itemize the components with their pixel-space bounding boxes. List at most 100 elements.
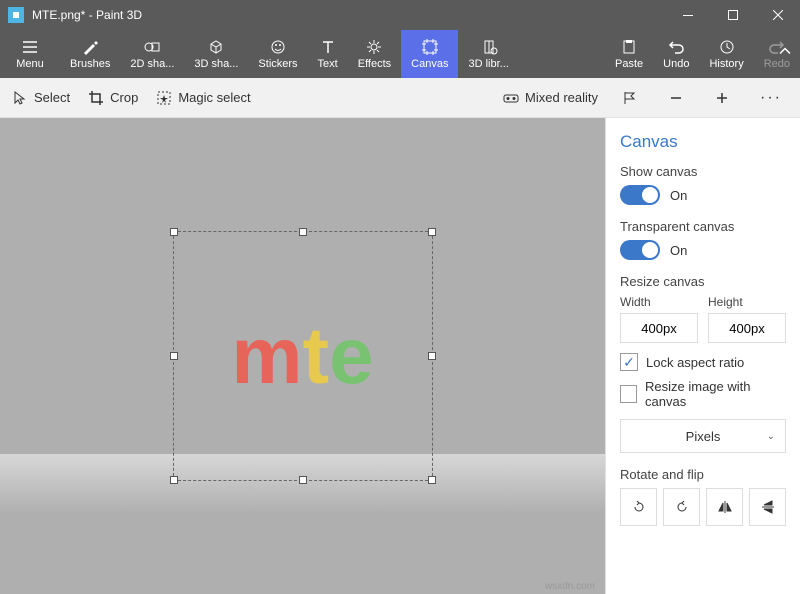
transparent-canvas-label: Transparent canvas	[620, 219, 786, 234]
rotate-left-button[interactable]	[620, 488, 657, 526]
ribbon-brushes[interactable]: Brushes	[60, 30, 120, 78]
sub-toolbar: Select Crop Magic select Mixed reality ·…	[0, 78, 800, 118]
units-dropdown[interactable]: Pixels ⌄	[620, 419, 786, 453]
canvas-viewport[interactable]: m t e	[0, 118, 605, 594]
title-bar: MTE.png* - Paint 3D	[0, 0, 800, 30]
tool-label: Mixed reality	[525, 90, 598, 105]
close-button[interactable]	[755, 0, 800, 30]
ribbon-canvas[interactable]: Canvas	[401, 30, 458, 78]
height-input[interactable]	[708, 313, 786, 343]
undo-icon	[667, 38, 685, 56]
stickers-icon	[269, 38, 287, 56]
rotate-right-button[interactable]	[663, 488, 700, 526]
text-icon	[319, 38, 337, 56]
height-label: Height	[708, 295, 786, 309]
flip-horizontal-button[interactable]	[706, 488, 743, 526]
resize-handle-bottom-center[interactable]	[299, 476, 307, 484]
window-controls	[665, 0, 800, 30]
letter-t: t	[303, 310, 330, 402]
ribbon-redo[interactable]: Redo	[754, 30, 800, 78]
app-icon	[8, 7, 24, 23]
flip-vertical-button[interactable]	[749, 488, 786, 526]
ribbon-stickers[interactable]: Stickers	[248, 30, 307, 78]
ribbon-label: Brushes	[70, 58, 110, 70]
crop-tool[interactable]: Crop	[88, 90, 138, 106]
zoom-in-tool[interactable]	[708, 84, 736, 112]
more-options-button[interactable]: ···	[754, 89, 788, 107]
zoom-out-tool[interactable]	[662, 84, 690, 112]
chevron-down-icon: ⌄	[767, 431, 775, 442]
rotate-right-icon	[674, 499, 690, 515]
ribbon-label: Text	[318, 58, 338, 70]
ribbon-paste[interactable]: Paste	[605, 30, 653, 78]
flip-vertical-icon	[760, 499, 776, 515]
ribbon-label: Canvas	[411, 58, 448, 70]
magic-select-tool[interactable]: Magic select	[156, 90, 250, 106]
shapes-2d-icon	[143, 38, 161, 56]
ribbon-history[interactable]: History	[699, 30, 753, 78]
ribbon-label: 2D sha...	[130, 58, 174, 70]
menu-button[interactable]: Menu	[0, 30, 60, 78]
show-canvas-toggle[interactable]	[620, 185, 660, 205]
rotate-flip-label: Rotate and flip	[620, 467, 786, 482]
resize-handle-top-left[interactable]	[170, 228, 178, 236]
properties-panel: Canvas Show canvas On Transparent canvas…	[605, 118, 800, 594]
resize-handle-middle-left[interactable]	[170, 352, 178, 360]
plus-icon	[715, 91, 729, 105]
library-icon	[480, 38, 498, 56]
ribbon-label: Undo	[663, 58, 689, 70]
main-area: m t e Canvas Show canvas On Transparent …	[0, 118, 800, 594]
letter-e: e	[329, 310, 374, 402]
ribbon-label: 3D libr...	[468, 58, 508, 70]
width-input[interactable]	[620, 313, 698, 343]
ribbon-label: Stickers	[258, 58, 297, 70]
window-title: MTE.png* - Paint 3D	[32, 8, 665, 22]
ribbon-undo[interactable]: Undo	[653, 30, 699, 78]
resize-handle-top-center[interactable]	[299, 228, 307, 236]
ribbon-effects[interactable]: Effects	[348, 30, 401, 78]
mixed-reality-tool[interactable]: Mixed reality	[503, 90, 598, 106]
magic-select-icon	[156, 90, 172, 106]
resize-handle-bottom-left[interactable]	[170, 476, 178, 484]
transparent-canvas-toggle[interactable]	[620, 240, 660, 260]
effects-icon	[365, 38, 383, 56]
tool-label: Select	[34, 90, 70, 105]
minimize-button[interactable]	[665, 0, 710, 30]
ribbon-3d-shapes[interactable]: 3D sha...	[184, 30, 248, 78]
resize-canvas-label: Resize canvas	[620, 274, 786, 289]
lock-aspect-label: Lock aspect ratio	[646, 355, 744, 370]
watermark: wsxdn.com	[545, 581, 595, 592]
resize-handle-middle-right[interactable]	[428, 352, 436, 360]
canvas-icon	[421, 38, 439, 56]
ribbon-text[interactable]: Text	[308, 30, 348, 78]
minus-icon	[669, 91, 683, 105]
maximize-button[interactable]	[710, 0, 755, 30]
units-value: Pixels	[686, 429, 721, 444]
resize-handle-top-right[interactable]	[428, 228, 436, 236]
ribbon-3d-library[interactable]: 3D libr...	[458, 30, 518, 78]
paste-icon	[620, 38, 638, 56]
collapse-ribbon-button[interactable]	[778, 45, 792, 64]
shapes-3d-icon	[207, 38, 225, 56]
ribbon: Menu Brushes 2D sha... 3D sha... Sticker…	[0, 30, 800, 78]
resize-image-label: Resize image with canvas	[645, 379, 786, 409]
ribbon-label: Effects	[358, 58, 391, 70]
select-tool[interactable]: Select	[12, 90, 70, 106]
resize-handle-bottom-right[interactable]	[428, 476, 436, 484]
selected-canvas-object[interactable]: m t e	[173, 231, 433, 481]
show-canvas-value: On	[670, 188, 687, 203]
letter-m: m	[231, 310, 302, 402]
resize-image-checkbox[interactable]	[620, 385, 637, 403]
crop-icon	[88, 90, 104, 106]
brush-icon	[81, 38, 99, 56]
flip-horizontal-icon	[717, 499, 733, 515]
ribbon-2d-shapes[interactable]: 2D sha...	[120, 30, 184, 78]
rotate-left-icon	[631, 499, 647, 515]
tool-label: Magic select	[178, 90, 250, 105]
width-label: Width	[620, 295, 698, 309]
cursor-icon	[12, 90, 28, 106]
lock-aspect-checkbox[interactable]: ✓	[620, 353, 638, 371]
view-3d-tool[interactable]	[616, 84, 644, 112]
transparent-canvas-value: On	[670, 243, 687, 258]
ribbon-label: History	[709, 58, 743, 70]
